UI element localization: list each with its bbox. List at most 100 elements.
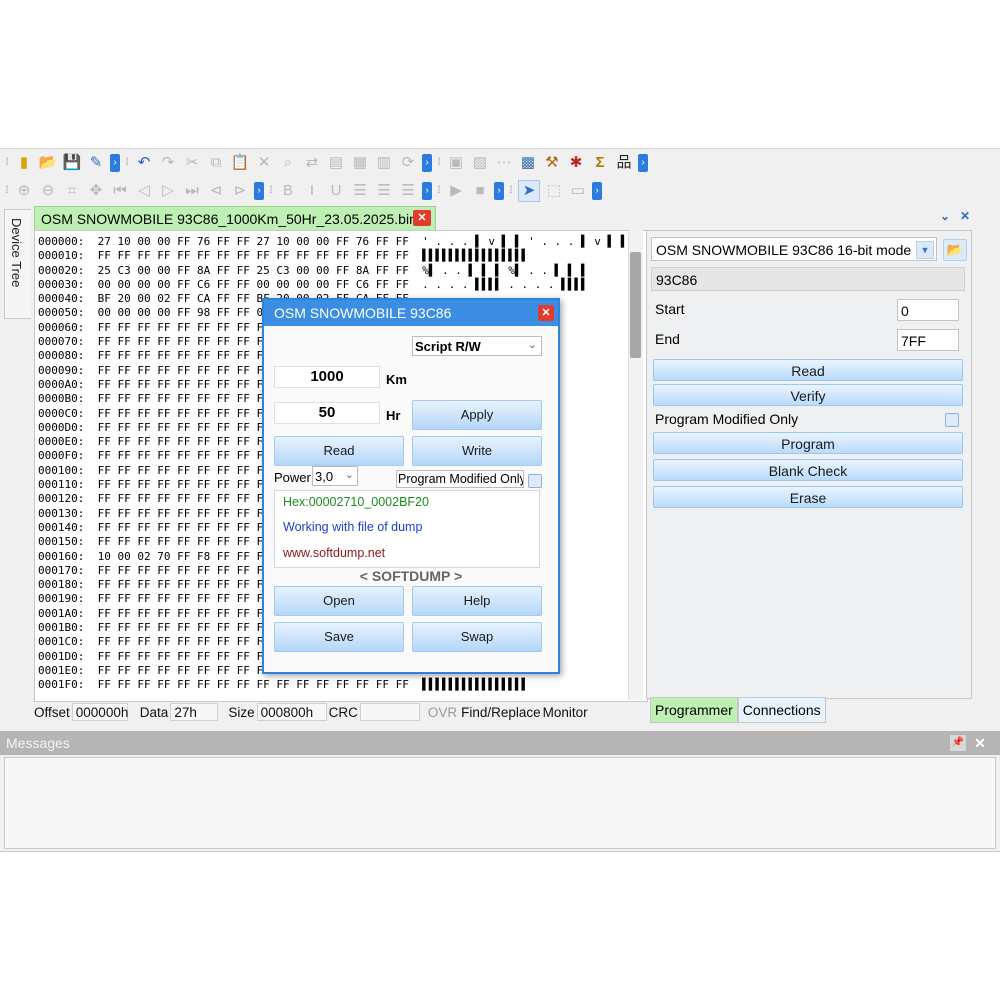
zoom-in-icon[interactable]: ⊕ (14, 181, 34, 201)
toolbar-more-icon[interactable]: › (494, 182, 504, 200)
underline-icon[interactable]: U (326, 181, 346, 201)
chevron-down-icon[interactable]: ⌄ (936, 207, 954, 225)
chevron-down-icon[interactable]: ▼ (916, 241, 934, 259)
verify-button[interactable]: Verify (653, 384, 963, 406)
tab-connections[interactable]: Connections (737, 697, 826, 723)
toolbar-grip[interactable]: ⁞ (4, 182, 10, 200)
close-icon[interactable]: ✕ (972, 735, 988, 751)
save-icon[interactable]: 💾 (62, 153, 82, 173)
close-pane-icon[interactable]: ✕ (956, 207, 974, 225)
km-input[interactable]: 1000 (274, 366, 380, 388)
monitor-tab[interactable]: Monitor (543, 705, 588, 720)
play-icon[interactable]: ▶ (446, 181, 466, 201)
italic-icon[interactable]: I (302, 181, 322, 201)
open-folder-icon[interactable]: 📂 (943, 239, 967, 261)
zoom-out-icon[interactable]: ⊖ (38, 181, 58, 201)
copy-icon[interactable]: ⧉ (206, 153, 226, 173)
dialog-read-button[interactable]: Read (274, 436, 404, 466)
last-icon[interactable]: ⏭ (182, 181, 202, 201)
start-input[interactable]: 0 (897, 299, 959, 321)
toolbar-grip[interactable]: ⁞ (124, 154, 130, 172)
compare-icon[interactable]: ▥ (374, 153, 394, 173)
align-center-icon[interactable]: ☰ (374, 181, 394, 201)
program-button[interactable]: Program (653, 432, 963, 454)
back-icon[interactable]: ⊲ (206, 181, 226, 201)
network-icon[interactable]: 品 (614, 153, 634, 173)
first-icon[interactable]: ⏮ (110, 181, 130, 201)
power-select[interactable]: 3,0 ⌄ (312, 466, 358, 486)
program-modified-only-checkbox[interactable] (945, 413, 959, 427)
delete-icon[interactable]: ✕ (254, 153, 274, 173)
hex-row[interactable]: 0001F0: FF FF FF FF FF FF FF FF FF FF FF… (38, 678, 627, 692)
scrollbar-thumb[interactable] (630, 252, 641, 358)
fit-icon[interactable]: ⌗ (62, 181, 82, 201)
replace-icon[interactable]: ⇄ (302, 153, 322, 173)
device-tree-tab[interactable]: Device Tree (4, 209, 31, 319)
forward-icon[interactable]: ⊳ (230, 181, 250, 201)
fill-icon[interactable]: ⋯ (494, 153, 514, 173)
hex-icon[interactable]: ▦ (350, 153, 370, 173)
paste-icon[interactable]: 📋 (230, 153, 250, 173)
script-select[interactable]: Script R/W ⌄ (412, 336, 542, 356)
swap-button[interactable]: Swap (412, 622, 542, 652)
align-right-icon[interactable]: ☰ (398, 181, 418, 201)
toolbar-grip[interactable]: ⁞ (268, 182, 274, 200)
calculator-icon[interactable]: ▩ (518, 153, 538, 173)
device-select[interactable]: OSM SNOWMOBILE 93C86 16-bit mode ▼ (651, 237, 937, 261)
toolbar-more-icon[interactable]: › (254, 182, 264, 200)
move-icon[interactable]: ✥ (86, 181, 106, 201)
toolbar-grip[interactable]: ⁞ (436, 182, 442, 200)
hex-scrollbar[interactable] (628, 230, 643, 700)
next-icon[interactable]: ▷ (158, 181, 178, 201)
hex-row[interactable]: 000000: 27 10 00 00 FF 76 FF FF 27 10 00… (38, 235, 627, 249)
hex-row[interactable]: 000010: FF FF FF FF FF FF FF FF FF FF FF… (38, 249, 627, 263)
dialog-write-button[interactable]: Write (412, 436, 542, 466)
hr-input[interactable]: 50 (274, 402, 380, 424)
copy-block-icon[interactable]: ▣ (446, 153, 466, 173)
toolbar-more-icon[interactable]: › (422, 182, 432, 200)
stop-icon[interactable]: ■ (470, 181, 490, 201)
close-tab-icon[interactable]: ✕ (413, 210, 431, 226)
read-button[interactable]: Read (653, 359, 963, 381)
toolbar-more-icon[interactable]: › (592, 182, 602, 200)
find-icon[interactable]: ⌕ (278, 153, 298, 173)
close-dialog-icon[interactable]: ✕ (538, 305, 554, 321)
open-button[interactable]: Open (274, 586, 404, 616)
dialog-program-modified-checkbox[interactable] (528, 474, 542, 488)
sum-icon[interactable]: Σ (590, 153, 610, 173)
dialog-title-bar[interactable]: OSM SNOWMOBILE 93C86 ✕ (264, 300, 558, 326)
cursor-icon[interactable]: ➤ (518, 180, 540, 202)
redo-icon[interactable]: ↷ (158, 153, 178, 173)
hex-row[interactable]: 000020: 25 C3 00 00 FF 8A FF FF 25 C3 00… (38, 264, 627, 278)
find-replace-tab[interactable]: Find/Replace (461, 705, 541, 720)
tab-programmer[interactable]: Programmer (650, 697, 738, 723)
document-tab[interactable]: OSM SNOWMOBILE 93C86_1000Km_50Hr_23.05.2… (34, 206, 436, 230)
end-input[interactable]: 7FF (897, 329, 959, 351)
toolbar-more-icon[interactable]: › (110, 154, 120, 172)
messages-area[interactable] (4, 757, 996, 849)
select-icon[interactable]: ⬚ (544, 181, 564, 201)
save-button[interactable]: Save (274, 622, 404, 652)
hex-row[interactable]: 000030: 00 00 00 00 FF C6 FF FF 00 00 00… (38, 278, 627, 292)
toolbar-grip[interactable]: ⁞ (436, 154, 442, 172)
help-button[interactable]: Help (412, 586, 542, 616)
toolbar-grip[interactable]: ⁞ (4, 154, 10, 172)
align-left-icon[interactable]: ☰ (350, 181, 370, 201)
erase-button[interactable]: Erase (653, 486, 963, 508)
document-icon[interactable]: ▤ (326, 153, 346, 173)
plugin-icon[interactable]: ⚒ (542, 153, 562, 173)
bold-icon[interactable]: B (278, 181, 298, 201)
refresh-icon[interactable]: ⟳ (398, 153, 418, 173)
prev-icon[interactable]: ◁ (134, 181, 154, 201)
screen-icon[interactable]: ▭ (568, 181, 588, 201)
toolbar-more-icon[interactable]: › (638, 154, 648, 172)
paste-block-icon[interactable]: ▨ (470, 153, 490, 173)
cut-icon[interactable]: ✂ (182, 153, 202, 173)
open-folder-icon[interactable]: 📂 (38, 153, 58, 173)
info-url[interactable]: www.softdump.net (283, 546, 385, 560)
blank-check-button[interactable]: Blank Check (653, 459, 963, 481)
apply-button[interactable]: Apply (412, 400, 542, 430)
undo-icon[interactable]: ↶ (134, 153, 154, 173)
toolbar-more-icon[interactable]: › (422, 154, 432, 172)
chip-icon[interactable]: ▮ (14, 153, 34, 173)
